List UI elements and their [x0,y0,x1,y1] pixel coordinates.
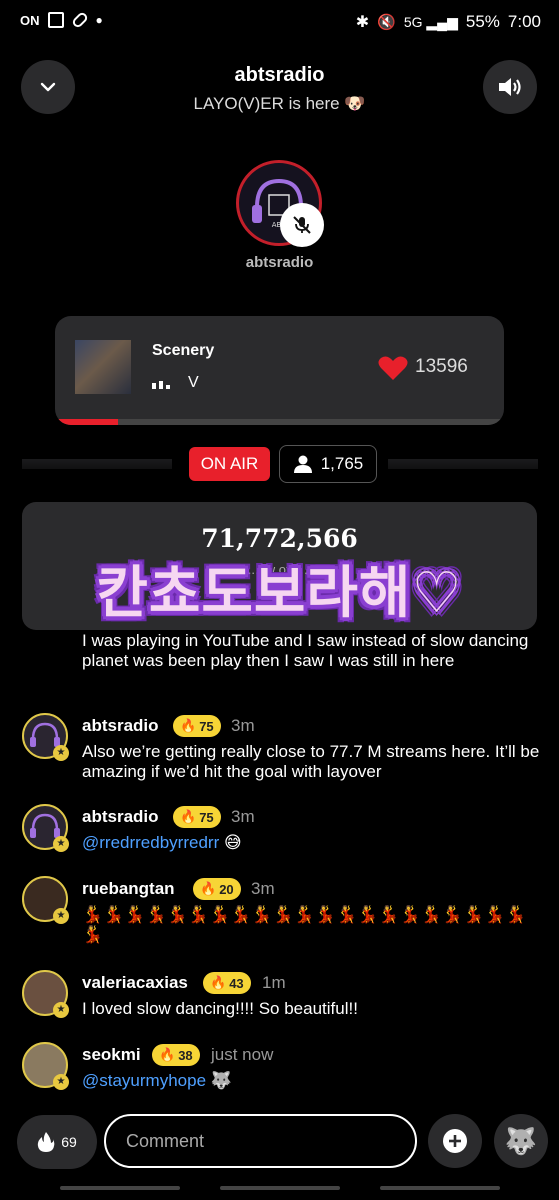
wolf-icon: 🐺 [504,1125,538,1156]
fire-icon: 🔥 [200,881,217,896]
status-right-icons: ✱ 🔇 5G ▂▄▆ 55% 7:00 [356,12,541,32]
like-count: 13596 [415,356,468,377]
song-progress-fill [55,419,118,425]
song-title: Scenery [152,342,215,359]
wolf-reaction-button[interactable]: 🐺 [494,1114,548,1168]
heart-icon[interactable] [378,354,408,382]
left-divider [22,459,172,469]
chat-username[interactable]: seokmi [82,1045,141,1065]
star-badge-icon: ★ [53,836,69,852]
signal-icon: 5G ▂▄▆ [403,13,458,30]
chat-time: 3m [251,879,275,898]
chat-time: 3m [231,807,255,826]
star-badge-icon: ★ [53,908,69,924]
comment-input[interactable] [104,1114,417,1168]
volume-button[interactable] [483,60,537,114]
right-divider [388,459,538,469]
mention-link[interactable]: @rredrredbyrredrr [82,833,219,852]
song-progress-track [55,419,504,425]
chat-text: 💃💃💃💃💃💃💃💃💃💃💃💃💃💃💃💃💃💃💃💃💃💃 [82,905,527,944]
mute-icon: 🔇 [377,14,396,31]
chat-username[interactable]: abtsradio [82,807,159,827]
nav-bar-center [220,1186,340,1190]
chat-time: 1m [262,973,286,992]
add-button[interactable] [428,1114,482,1168]
gallery-icon [47,12,64,28]
bluetooth-icon: ✱ [355,14,370,31]
chat-text: Also we’re getting really close to 77.7 … [82,742,540,781]
nfc-icon: ON [20,12,40,28]
fire-icon: 🔥 [180,809,197,824]
level-badge: 🔥 75 [173,715,221,737]
boost-button[interactable]: 69 [17,1115,97,1169]
fire-icon: 🔥 [210,975,227,990]
star-badge-icon: ★ [53,1002,69,1018]
song-artist-row: V [152,374,199,392]
host-muted-badge [280,203,324,247]
fire-icon: 🔥 [180,718,197,733]
chat-text: 😅 [223,833,242,852]
level-badge: 🔥 75 [173,806,221,828]
pill-icon [70,10,89,30]
room-title: abtsradio [234,64,325,86]
now-playing-card[interactable]: Scenery V 13596 [55,316,504,425]
chat-text-row: @rredrredbyrredrr 😅 [82,833,544,853]
on-air-badge: ON AIR [189,447,270,481]
chat-username[interactable]: ruebangtan [82,879,175,899]
chat-time: just now [211,1045,274,1064]
mic-off-icon [293,216,311,234]
listener-count: 1,765 [320,454,364,473]
host-name: abtsradio [245,254,314,271]
chat-username[interactable]: valeriacaxias [82,973,188,993]
previous-message: I was playing in YouTube and I saw inste… [82,631,529,670]
chat-text: 🐺 [210,1071,232,1090]
star-badge-icon: ★ [53,745,69,761]
nav-bar-right [380,1186,500,1190]
fire-icon [38,1132,55,1152]
boost-count: 69 [61,1134,77,1150]
person-icon [293,455,312,473]
dot-icon: ● [95,13,103,27]
status-bar: ON ● ✱ 🔇 5G ▂▄▆ 55% 7:00 [0,0,559,48]
star-badge-icon: ★ [53,1074,69,1090]
room-subtitle: LAYO(V)ER is here 🐶 [193,94,366,113]
sticker-overlay-text: 칸쵸도보라해♡ [96,561,463,626]
equalizer-icon [152,381,170,389]
level-badge: 🔥 38 [152,1044,200,1066]
battery-text: 55% [465,12,500,31]
album-art [75,340,131,394]
plus-circle-icon [443,1129,467,1153]
level-badge: 🔥 20 [193,878,241,900]
artist-name: V [188,374,199,391]
chat-username[interactable]: abtsradio [82,716,159,736]
level-badge: 🔥 43 [203,972,251,994]
fire-icon: 🔥 [159,1047,176,1062]
chat-time: 3m [231,716,255,735]
chat-text-row: @stayurmyhope 🐺 [82,1071,544,1091]
listener-count-button[interactable]: 1,765 [279,445,377,483]
clock: 7:00 [507,12,541,31]
speaker-icon [499,78,521,96]
nav-bar-left [60,1186,180,1190]
mention-link[interactable]: @stayurmyhope [82,1071,206,1090]
chat-text: I loved slow dancing!!!! So beautiful!! [82,999,358,1018]
status-left-icons: ON ● [20,10,103,30]
